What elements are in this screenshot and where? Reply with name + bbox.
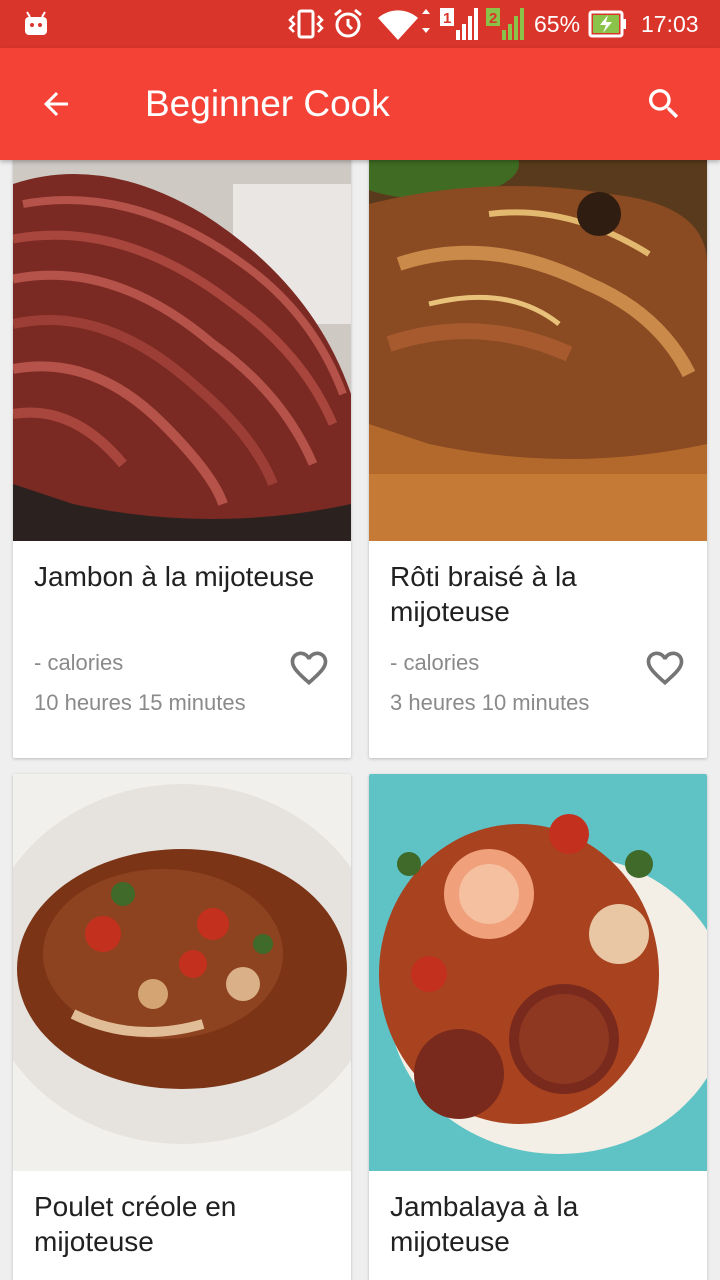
recipe-card[interactable]: Poulet créole en mijoteuse: [13, 774, 351, 1280]
favorite-button[interactable]: [285, 644, 333, 692]
vibrate-icon: [286, 0, 326, 48]
battery-charging-icon: [588, 0, 628, 48]
recipe-grid: Jambon à la mijoteuse - calories 10 heur…: [0, 160, 720, 1280]
recipe-name: Poulet créole en mijoteuse: [34, 1191, 237, 1257]
signal-icon: 1 2: [440, 0, 524, 48]
alarm-icon: [330, 0, 366, 48]
battery-percent: 65%: [534, 10, 581, 37]
wifi-icon: [376, 0, 432, 48]
android-icon: [22, 0, 50, 48]
recipe-image-ham: [13, 160, 351, 541]
svg-text:1: 1: [443, 10, 451, 27]
app-bar: Beginner Cook: [0, 48, 720, 160]
recipe-name: Jambon à la mijoteuse: [34, 561, 315, 592]
status-bar: 1 2 65% 17:03: [0, 0, 720, 48]
back-button[interactable]: [28, 76, 84, 132]
recipe-image-creole-chicken: [13, 774, 351, 1171]
recipe-name: Jambalaya à la mijoteuse: [390, 1191, 579, 1257]
arrow-back-icon: [44, 92, 68, 116]
recipe-time: 3 heures 10 minutes: [390, 690, 590, 715]
recipe-time: 10 heures 15 minutes: [34, 690, 246, 715]
heart-outline-icon: [290, 651, 328, 686]
recipe-image-jambalaya: [369, 774, 707, 1171]
recipe-image-roast: [369, 160, 707, 541]
recipe-calories: - calories: [34, 650, 124, 675]
page-title: Beginner Cook: [145, 83, 390, 124]
recipe-calories: - calories: [390, 650, 480, 675]
favorite-button[interactable]: [641, 644, 689, 692]
search-icon: [649, 89, 679, 119]
recipe-card[interactable]: Jambon à la mijoteuse - calories 10 heur…: [13, 160, 351, 758]
recipe-card[interactable]: Rôti braisé à la mijoteuse - calories 3 …: [369, 160, 707, 758]
heart-outline-icon: [646, 651, 684, 686]
search-button[interactable]: [636, 76, 692, 132]
svg-text:2: 2: [489, 10, 497, 27]
recipe-name: Rôti braisé à la mijoteuse: [390, 561, 577, 627]
recipe-card[interactable]: Jambalaya à la mijoteuse: [369, 774, 707, 1280]
clock: 17:03: [641, 10, 699, 37]
